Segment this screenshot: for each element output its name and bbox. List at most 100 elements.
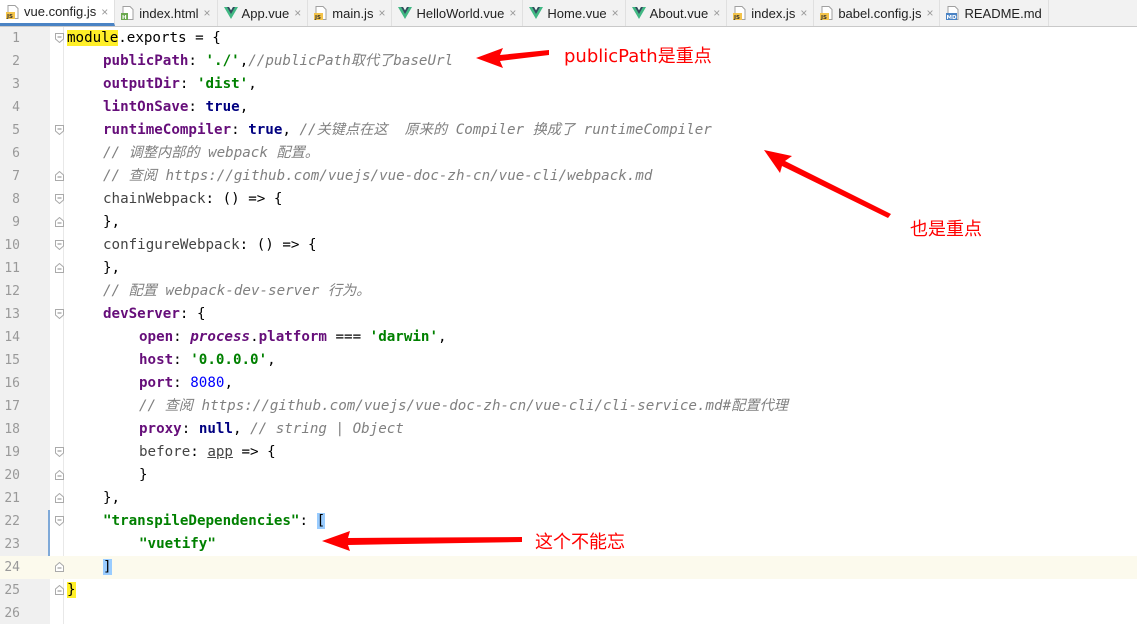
line-number: 18 — [4, 422, 20, 437]
code-line[interactable]: 15 host: '0.0.0.0', — [0, 349, 1137, 372]
svg-text:JS: JS — [6, 14, 13, 19]
fold-end-icon[interactable] — [55, 562, 64, 572]
fold-toggle-icon[interactable] — [55, 240, 64, 250]
line-number: 13 — [4, 307, 20, 322]
code-comment: // 调整内部的 webpack 配置。 — [103, 145, 319, 161]
code-line[interactable]: 25 } — [0, 579, 1137, 602]
line-number: 6 — [12, 146, 20, 161]
code-line[interactable]: 5 runtimeCompiler: true, //关键点在这 原来的 Com… — [0, 119, 1137, 142]
comment-link[interactable]: https://github.com/vuejs/vue-doc-zh-cn/v… — [202, 398, 723, 414]
tab-vue-config-js[interactable]: JS vue.config.js × — [0, 0, 116, 26]
vue-file-icon — [631, 6, 646, 20]
close-icon[interactable]: × — [204, 6, 211, 20]
line-number: 5 — [12, 123, 20, 138]
code-token: 8080 — [190, 375, 225, 391]
tab-app-vue[interactable]: App.vue × — [218, 0, 309, 26]
code-token: devServer — [103, 306, 180, 322]
close-icon[interactable]: × — [294, 6, 301, 20]
code-token: .exports = { — [118, 30, 221, 46]
tab-helloworld-vue[interactable]: HelloWorld.vue × — [392, 0, 524, 26]
line-number: 16 — [4, 376, 20, 391]
code-line[interactable]: 4 lintOnSave: true, — [0, 96, 1137, 119]
fold-end-icon[interactable] — [55, 217, 64, 227]
code-line[interactable]: 7 // 查阅 https://github.com/vuejs/vue-doc… — [0, 165, 1137, 188]
code-line[interactable]: 11 }, — [0, 257, 1137, 280]
code-line[interactable]: 21 }, — [0, 487, 1137, 510]
code-line[interactable]: 20 } — [0, 464, 1137, 487]
code-token: : () => { — [239, 237, 317, 253]
code-token: , — [239, 99, 249, 115]
code-line[interactable]: 14 open: process.platform === 'darwin', — [0, 326, 1137, 349]
tab-home-vue[interactable]: Home.vue × — [523, 0, 626, 26]
line-number: 15 — [4, 353, 20, 368]
close-icon[interactable]: × — [800, 6, 807, 20]
code-comment: // 查阅 — [139, 398, 202, 414]
tab-about-vue[interactable]: About.vue × — [626, 0, 728, 26]
fold-end-icon[interactable] — [55, 171, 64, 181]
code-line[interactable]: 6 // 调整内部的 webpack 配置。 — [0, 142, 1137, 165]
close-icon[interactable]: × — [612, 6, 619, 20]
code-token: : — [173, 329, 191, 345]
tab-babel-config-js[interactable]: JS babel.config.js × — [814, 0, 941, 26]
code-token: null — [198, 421, 233, 437]
line-number: 10 — [4, 238, 20, 253]
code-line[interactable]: 12 // 配置 webpack-dev-server 行为。 — [0, 280, 1137, 303]
line-number: 9 — [12, 215, 20, 230]
code-line[interactable]: 8 chainWebpack: () => { — [0, 188, 1137, 211]
close-icon[interactable]: × — [101, 5, 108, 19]
fold-toggle-icon[interactable] — [55, 516, 64, 526]
tab-label: main.js — [332, 5, 374, 21]
code-token: host — [139, 352, 174, 368]
code-token: chainWebpack — [103, 191, 206, 207]
fold-end-icon[interactable] — [55, 263, 64, 273]
comment-link[interactable]: https://github.com/vuejs/vue-doc-zh-cn/v… — [166, 168, 653, 184]
line-number: 22 — [4, 514, 20, 529]
code-line[interactable]: 18 proxy: null, // string | Object — [0, 418, 1137, 441]
code-line[interactable]: 17 // 查阅 https://github.com/vuejs/vue-do… — [0, 395, 1137, 418]
fold-toggle-icon[interactable] — [55, 125, 64, 135]
code-line-current[interactable]: 24 ] — [0, 556, 1137, 579]
line-number: 21 — [4, 491, 20, 506]
code-token: => { — [232, 444, 276, 460]
vue-file-icon — [398, 6, 413, 20]
code-token: "transpileDependencies" — [103, 513, 300, 529]
editor-tab-bar: JS vue.config.js × Hindex.html × App.vue × JS ma… — [0, 0, 1137, 27]
code-line[interactable]: 26 — [0, 602, 1137, 624]
js-file-icon: JS — [733, 6, 747, 20]
svg-text:JS: JS — [820, 15, 827, 20]
fold-toggle-icon[interactable] — [55, 33, 64, 43]
close-icon[interactable]: × — [509, 6, 516, 20]
code-token: } — [67, 582, 76, 598]
tab-main-js[interactable]: JS main.js × — [308, 0, 393, 26]
code-token: runtimeCompiler — [103, 122, 232, 138]
line-number: 2 — [12, 54, 20, 69]
fold-end-icon[interactable] — [55, 493, 64, 503]
code-token: : — [188, 99, 206, 115]
code-token: true — [248, 122, 283, 138]
tab-index-js[interactable]: JS index.js × — [727, 0, 815, 26]
code-line[interactable]: 19 before: app => { — [0, 441, 1137, 464]
close-icon[interactable]: × — [713, 6, 720, 20]
close-icon[interactable]: × — [926, 6, 933, 20]
code-token: "vuetify" — [139, 536, 216, 552]
svg-text:MD: MD — [947, 15, 957, 20]
line-number: 19 — [4, 445, 20, 460]
close-icon[interactable]: × — [378, 6, 385, 20]
fold-toggle-icon[interactable] — [55, 309, 64, 319]
code-token: [ — [316, 513, 326, 529]
fold-toggle-icon[interactable] — [55, 447, 64, 457]
fold-end-icon[interactable] — [55, 585, 64, 595]
code-line[interactable]: 13 devServer: { — [0, 303, 1137, 326]
code-line[interactable]: 16 port: 8080, — [0, 372, 1137, 395]
vue-file-icon — [223, 6, 238, 20]
line-number: 3 — [12, 77, 20, 92]
vue-file-icon — [529, 6, 544, 20]
code-line[interactable]: 3 outputDir: 'dist', — [0, 73, 1137, 96]
tab-index-html[interactable]: Hindex.html × — [115, 0, 218, 26]
code-token: before — [139, 444, 191, 460]
fold-end-icon[interactable] — [55, 470, 64, 480]
tab-readme-md[interactable]: MD README.md — [940, 0, 1049, 26]
tab-label: index.js — [751, 5, 796, 21]
fold-toggle-icon[interactable] — [55, 194, 64, 204]
line-number: 4 — [12, 100, 20, 115]
